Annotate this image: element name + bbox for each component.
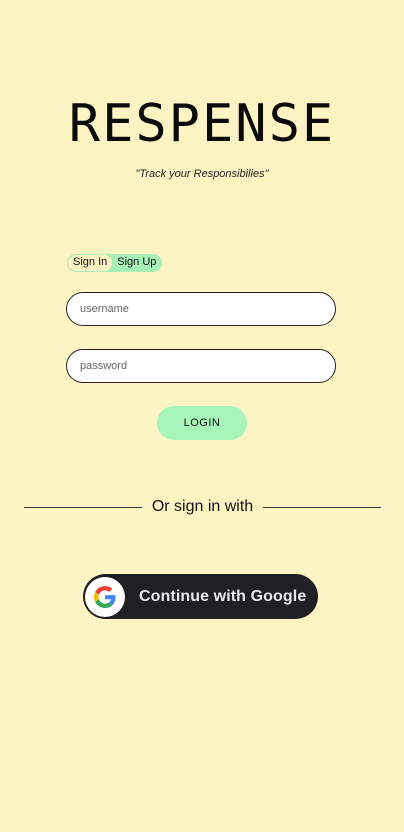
app-title: RESPENSE bbox=[68, 94, 336, 154]
login-screen: RESPENSE "Track your Responsibilies" Sig… bbox=[0, 0, 404, 832]
google-button-label: Continue with Google bbox=[139, 587, 307, 605]
username-input[interactable] bbox=[66, 292, 336, 326]
continue-with-google-button[interactable]: Continue with Google bbox=[83, 574, 318, 619]
app-tagline: "Track your Responsibilies" bbox=[135, 168, 269, 180]
login-button[interactable]: LOGIN bbox=[157, 406, 247, 440]
password-input[interactable] bbox=[66, 349, 336, 383]
or-sign-in-divider: Or sign in with bbox=[24, 496, 381, 518]
sign-in-tab[interactable]: Sign In bbox=[68, 255, 113, 271]
divider-text: Or sign in with bbox=[151, 498, 254, 515]
sign-up-tab[interactable]: Sign Up bbox=[112, 255, 161, 271]
google-logo-badge bbox=[85, 576, 125, 617]
auth-mode-toggle: Sign In Sign Up bbox=[67, 254, 163, 272]
google-g-icon bbox=[94, 585, 116, 608]
divider-line-right bbox=[263, 506, 381, 508]
divider-line-left bbox=[24, 506, 142, 508]
